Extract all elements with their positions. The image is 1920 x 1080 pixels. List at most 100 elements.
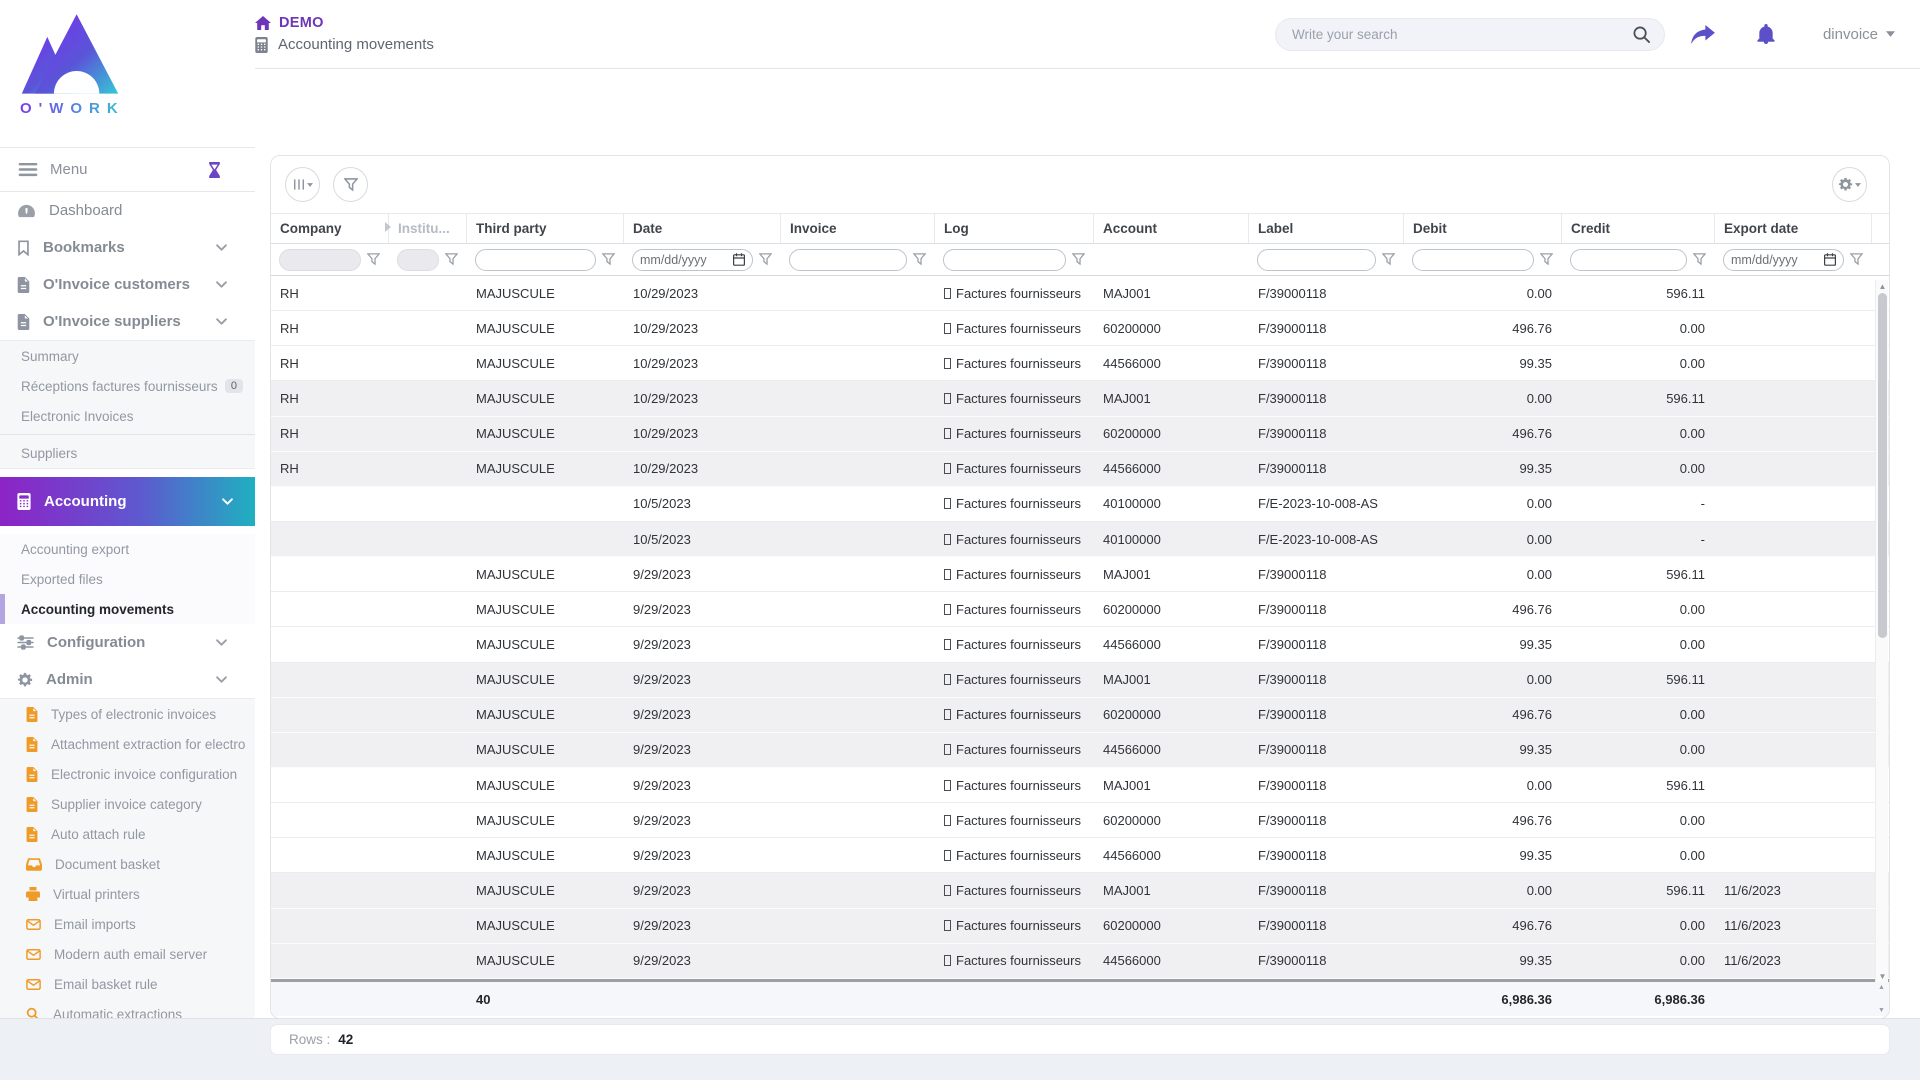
hamburger-icon[interactable]	[18, 162, 38, 177]
columns-button[interactable]	[285, 167, 320, 202]
filter-placeholder: mm/dd/yyyy	[640, 252, 707, 267]
sidebar-item-electronic-invoice-configuration[interactable]: Electronic invoice configuration	[0, 759, 255, 789]
filter-input-date[interactable]: mm/dd/yyyy	[632, 248, 753, 271]
filter-input-third_party[interactable]	[475, 248, 596, 271]
sidebar-item-admin[interactable]: Admin	[0, 661, 255, 698]
cell-label: F/39000118	[1258, 918, 1327, 934]
scrollbar-thumb[interactable]	[1878, 293, 1887, 638]
column-header-institution[interactable]: Institu...	[389, 214, 467, 243]
breadcrumb-app-label[interactable]: DEMO	[279, 15, 324, 31]
sidebar-item-modern-auth-email-server[interactable]: Modern auth email server	[0, 939, 255, 969]
table-row[interactable]: RH MAJUSCULE 10/29/2023 Factures fournisseu…	[271, 416, 1889, 452]
column-header-invoice[interactable]: Invoice	[781, 214, 935, 243]
table-row[interactable]: MAJUSCULE 9/29/2023 Factures fournisseurs 4…	[271, 943, 1889, 979]
cell-third_party: MAJUSCULE	[476, 953, 555, 969]
sidebar-item-auto-attach-rule[interactable]: Auto attach rule	[0, 819, 255, 849]
sidebar-item-exported-files[interactable]: Exported files	[0, 564, 255, 594]
table-row[interactable]: RH MAJUSCULE 10/29/2023 Factures fournisseu…	[271, 381, 1889, 417]
totals-scrollbar[interactable]: ▲ ▼	[1875, 982, 1888, 1016]
column-header-debit[interactable]: Debit	[1404, 214, 1562, 243]
table-row[interactable]: MAJUSCULE 9/29/2023 Factures fournisseurs 6…	[271, 908, 1889, 944]
filter-input-export_date[interactable]: mm/dd/yyyy	[1723, 248, 1844, 271]
column-header-date[interactable]: Date	[624, 214, 781, 243]
cell-credit: 0.00	[1679, 355, 1705, 371]
cell-debit: 0.00	[1526, 390, 1552, 406]
cell-label: F/39000118	[1258, 707, 1327, 723]
sidebar-item-accounting-movements[interactable]: Accounting movements	[0, 594, 255, 624]
scroll-down-icon[interactable]: ▼	[1878, 1007, 1885, 1014]
cell-label: F/39000118	[1258, 847, 1327, 863]
cell-export_date: 11/6/2023	[1724, 882, 1781, 898]
table-row[interactable]: MAJUSCULE 9/29/2023 Factures fournisseurs M…	[271, 662, 1889, 698]
filter-input-log[interactable]	[943, 248, 1066, 271]
sidebar-item-attachment-extraction-for-electron[interactable]: Attachment extraction for electron	[0, 729, 255, 759]
table-row[interactable]: MAJUSCULE 9/29/2023 Factures fournisseurs 6…	[271, 697, 1889, 733]
table-row[interactable]: MAJUSCULE 9/29/2023 Factures fournisseurs 4…	[271, 732, 1889, 768]
share-icon[interactable]	[1691, 24, 1715, 44]
grid-settings-button[interactable]	[1832, 167, 1867, 202]
table-row[interactable]: MAJUSCULE 9/29/2023 Factures fournisseurs M…	[271, 557, 1889, 593]
column-header-company[interactable]: Company	[271, 214, 391, 243]
sidebar-item-virtual-printers[interactable]: Virtual printers	[0, 879, 255, 909]
column-header-credit[interactable]: Credit	[1562, 214, 1715, 243]
sidebar-item-dashboard[interactable]: Dashboard	[0, 192, 255, 229]
cell-date: 9/29/2023	[633, 777, 691, 793]
filter-input-invoice[interactable]	[789, 248, 907, 271]
table-row[interactable]: MAJUSCULE 9/29/2023 Factures fournisseurs 6…	[271, 592, 1889, 628]
breadcrumb-page-label[interactable]: Accounting movements	[278, 36, 434, 53]
grid-body: RH MAJUSCULE 10/29/2023 Factures fournisseu…	[271, 276, 1889, 979]
column-header-log[interactable]: Log	[935, 214, 1094, 243]
table-row[interactable]: 10/5/2023 Factures fournisseurs 40100000 F/…	[271, 486, 1889, 522]
topbar-controls: dinvoice	[1274, 17, 1895, 51]
sidebar-item-suppliers[interactable]: Suppliers	[0, 438, 255, 468]
table-row[interactable]: RH MAJUSCULE 10/29/2023 Factures fournisseu…	[271, 451, 1889, 487]
column-header-label[interactable]: Label	[1249, 214, 1404, 243]
table-row[interactable]: RH MAJUSCULE 10/29/2023 Factures fournisseu…	[271, 276, 1889, 312]
filter-input-label[interactable]	[1257, 248, 1376, 271]
table-row[interactable]: MAJUSCULE 9/29/2023 Factures fournisseurs M…	[271, 767, 1889, 804]
sidebar-item-email-basket-rule[interactable]: Email basket rule	[0, 969, 255, 999]
scroll-down-icon[interactable]: ▼	[1876, 970, 1889, 982]
sidebar-item-configuration[interactable]: Configuration	[0, 624, 255, 661]
sidebar-item-o-invoice-suppliers[interactable]: O'Invoice suppliers	[0, 303, 255, 340]
search-icon[interactable]	[1633, 26, 1650, 43]
table-row[interactable]: RH MAJUSCULE 10/29/2023 Factures fournisseu…	[271, 311, 1889, 347]
user-menu[interactable]: dinvoice	[1823, 26, 1895, 43]
vertical-scrollbar[interactable]: ▲ ▼	[1875, 280, 1888, 982]
cell-credit: 0.00	[1679, 707, 1705, 723]
filter-input-debit[interactable]	[1412, 248, 1534, 271]
bell-icon[interactable]	[1757, 24, 1775, 44]
cell-debit: 99.35	[1519, 355, 1552, 371]
sidebar-item-accounting[interactable]: Accounting	[0, 477, 255, 526]
filter-button[interactable]	[333, 167, 368, 202]
table-row[interactable]: MAJUSCULE 9/29/2023 Factures fournisseurs 4…	[271, 627, 1889, 663]
sidebar-item-r-ceptions-factures-fournisseurs[interactable]: Réceptions factures fournisseurs 0	[0, 371, 255, 401]
sidebar-item-document-basket[interactable]: Document basket	[0, 849, 255, 879]
sidebar-item-email-imports[interactable]: Email imports	[0, 909, 255, 939]
sidebar-item-o-invoice-customers[interactable]: O'Invoice customers	[0, 266, 255, 303]
table-row[interactable]: MAJUSCULE 9/29/2023 Factures fournisseurs 4…	[271, 838, 1889, 874]
sidebar-item-electronic-invoices[interactable]: Electronic Invoices	[0, 401, 255, 431]
scroll-up-icon[interactable]: ▲	[1878, 984, 1885, 991]
file-icon	[26, 736, 38, 752]
sidebar-item-accounting-export[interactable]: Accounting export	[0, 534, 255, 564]
hourglass-icon[interactable]	[208, 161, 221, 178]
column-header-export_date[interactable]: Export date	[1715, 214, 1872, 243]
funnel-icon	[343, 177, 358, 192]
column-header-account[interactable]: Account	[1094, 214, 1249, 243]
sidebar-item-supplier-invoice-category[interactable]: Supplier invoice category	[0, 789, 255, 819]
app-logo: O'WORK	[0, 0, 255, 147]
table-row[interactable]: RH MAJUSCULE 10/29/2023 Factures fournisseu…	[271, 346, 1889, 382]
filter-cell-institution	[389, 248, 467, 271]
sidebar-item-summary[interactable]: Summary	[0, 341, 255, 371]
sidebar-item-bookmarks[interactable]: Bookmarks	[0, 229, 255, 266]
search-input[interactable]	[1289, 25, 1633, 43]
table-row[interactable]: MAJUSCULE 9/29/2023 Factures fournisseurs M…	[271, 873, 1889, 909]
sidebar-item-label: Summary	[21, 348, 79, 364]
table-row[interactable]: 10/5/2023 Factures fournisseurs 40100000 F/…	[271, 521, 1889, 558]
filter-input-credit[interactable]	[1570, 248, 1687, 271]
table-row[interactable]: MAJUSCULE 9/29/2023 Factures fournisseurs 6…	[271, 803, 1889, 839]
scroll-up-icon[interactable]: ▲	[1876, 280, 1889, 292]
sidebar-item-types-of-electronic-invoices[interactable]: Types of electronic invoices	[0, 699, 255, 729]
column-header-third_party[interactable]: Third party	[467, 214, 624, 243]
